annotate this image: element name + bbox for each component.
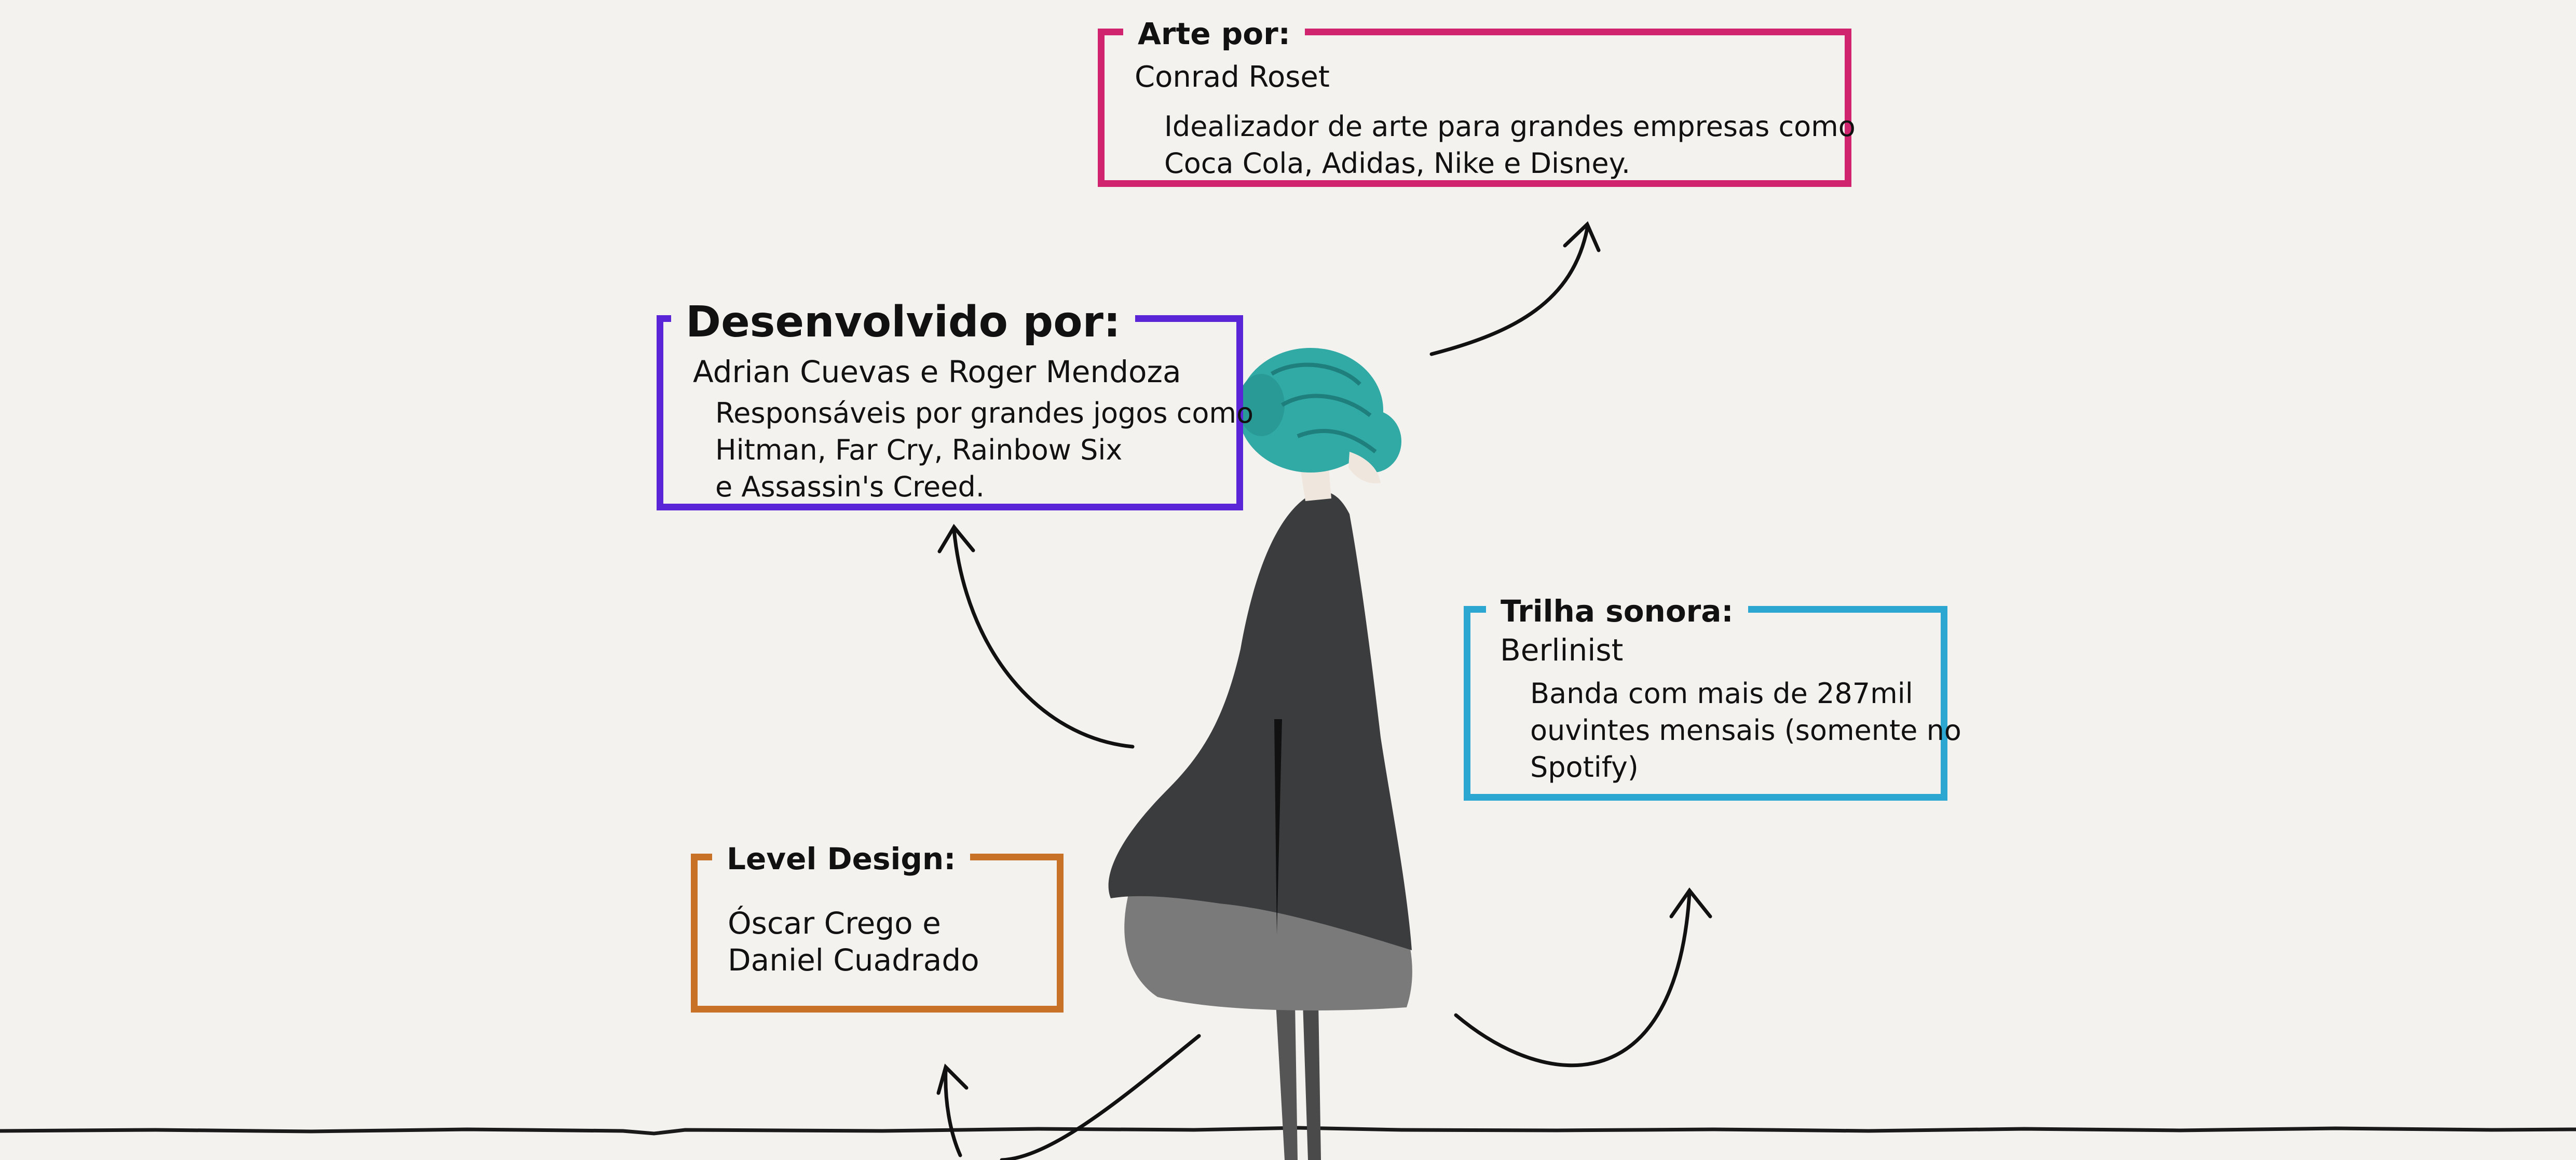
arrow-to-level [936, 1034, 1201, 1160]
developer-credit-description: Responsáveis por grandes jogos como Hitm… [715, 395, 1253, 505]
soundtrack-credit-description: Banda com mais de 287mil ouvintes mensai… [1530, 675, 1961, 786]
description-line: Óscar Crego e [728, 906, 941, 941]
art-credit-name: Conrad Roset [1135, 60, 1330, 94]
legs [1276, 1002, 1298, 1160]
developer-credit-title: Desenvolvido por: [671, 301, 1135, 344]
description-line: Banda com mais de 287mil [1530, 677, 1913, 710]
description-line: Idealizador de arte para grandes empresa… [1164, 110, 1856, 143]
level-design-credit-title: Level Design: [712, 844, 971, 874]
developer-credit-card: Desenvolvido por: Adrian Cuevas e Roger … [657, 301, 1253, 510]
description-line: Hitman, Far Cry, Rainbow Six [715, 434, 1123, 466]
coat [1108, 491, 1412, 950]
description-line: e Assassin's Creed. [715, 470, 985, 503]
description-line: Daniel Cuadrado [728, 942, 979, 978]
arrow-to-dev [937, 523, 1135, 749]
soundtrack-credit-card: Trilha sonora: Berlinist Banda com mais … [1464, 596, 1961, 801]
developer-credit-name: Adrian Cuevas e Roger Mendoza [693, 354, 1181, 389]
description-line: ouvintes mensais (somente no [1530, 714, 1961, 747]
description-line: Coca Cola, Adidas, Nike e Disney. [1164, 147, 1631, 180]
level-design-credit-names: Óscar Crego e Daniel Cuadrado [728, 905, 979, 979]
arrow-to-trilha [1454, 887, 1712, 1068]
art-credit-description: Idealizador de arte para grandes empresa… [1164, 108, 1856, 182]
art-credit-card: Arte por: Conrad Roset Idealizador de ar… [1098, 19, 1856, 187]
soundtrack-credit-title: Trilha sonora: [1486, 596, 1748, 626]
description-line: Responsáveis por grandes jogos como [715, 397, 1253, 429]
level-design-credit-card: Level Design: Óscar Crego e Daniel Cuadr… [691, 844, 1064, 1013]
soundtrack-credit-name: Berlinist [1500, 632, 1624, 668]
description-line: Spotify) [1530, 751, 1639, 784]
arrow-to-art [1429, 221, 1601, 356]
art-credit-title: Arte por: [1123, 19, 1305, 49]
